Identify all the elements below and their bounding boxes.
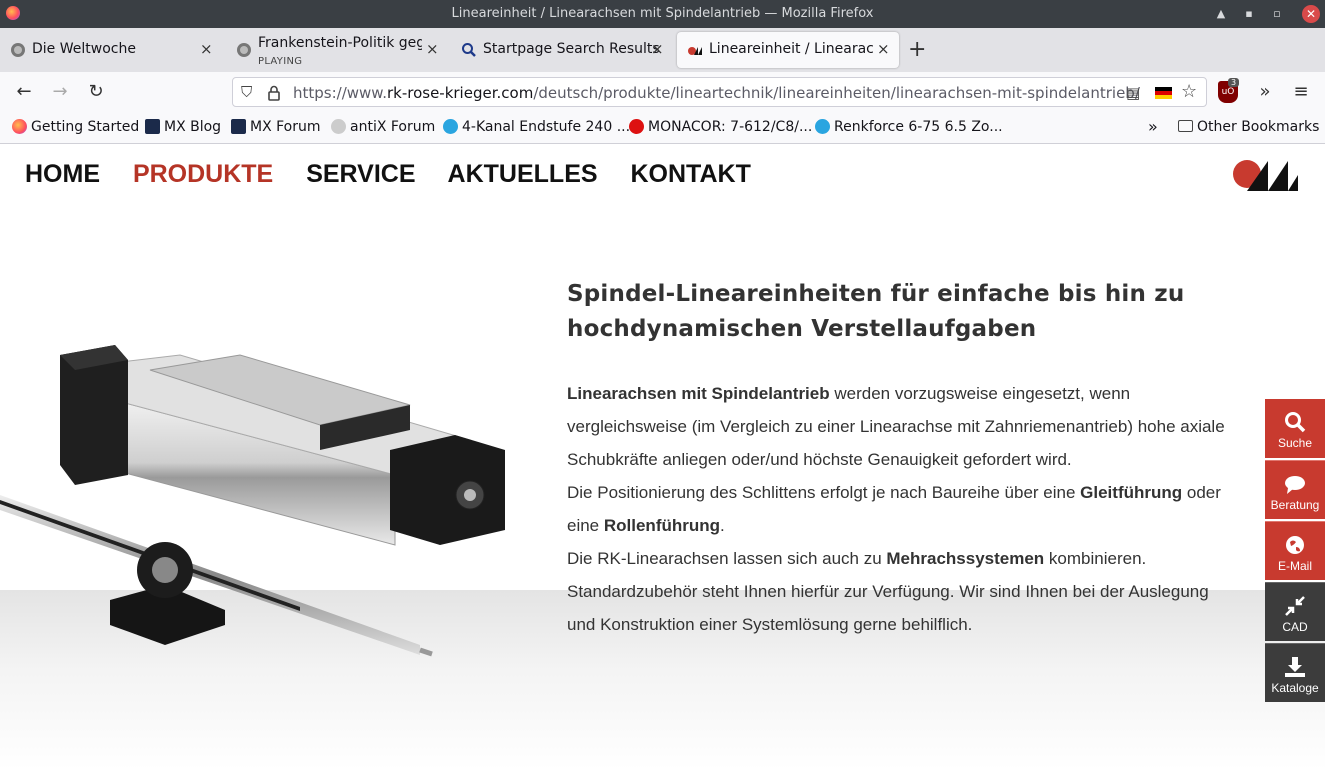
search-icon — [1285, 412, 1306, 433]
conrad-c-icon — [815, 119, 830, 134]
tab-close-icon[interactable]: × — [200, 40, 213, 58]
monacor-icon — [629, 119, 644, 134]
mx-logo-icon — [145, 119, 160, 134]
tab-weltwoche[interactable]: Die Weltwoche × — [0, 32, 222, 68]
side-search-button[interactable]: Suche — [1265, 399, 1325, 458]
shield-icon[interactable]: ⛉ — [241, 83, 252, 101]
tab-lineareinheit[interactable]: Lineareinheit / Linearachs × — [677, 32, 899, 68]
side-catalogs-label: Kataloge — [1271, 681, 1319, 695]
compress-arrows-icon — [1285, 596, 1305, 616]
intro-paragraph-2: Die Positionierung des Schlittens erfolg… — [567, 483, 1221, 535]
side-search-label: Suche — [1277, 436, 1313, 450]
bookmarks-chevron-icon[interactable]: » — [1148, 117, 1158, 136]
page-headline: Spindel-Lineareinheiten für einfache bis… — [567, 281, 1185, 342]
lock-icon[interactable] — [267, 85, 281, 101]
url-text[interactable]: https://www.rk-rose-krieger.com/deutsch/… — [293, 84, 1140, 102]
tab-label: Frankenstein-Politik geg — [258, 35, 422, 51]
nav-aktuelles[interactable]: AKTUELLES — [448, 160, 598, 188]
navigation-toolbar: ← → ↻ ⛉ https://www.rk-rose-krieger.com/… — [0, 72, 1325, 112]
overflow-chevron-icon[interactable]: » — [1253, 81, 1277, 103]
folder-icon — [1178, 120, 1193, 132]
tab-label: Startpage Search Results — [483, 41, 660, 57]
side-email-label: E-Mail — [1277, 559, 1312, 573]
reader-view-icon[interactable]: ▤ — [1126, 84, 1140, 102]
url-bar[interactable]: ⛉ https://www.rk-rose-krieger.com/deutsc… — [232, 77, 1207, 107]
german-flag-icon[interactable] — [1155, 87, 1172, 99]
tab-label: Lineareinheit / Linearachs — [709, 41, 873, 57]
tab-startpage[interactable]: Startpage Search Results × — [451, 32, 673, 68]
back-button[interactable]: ← — [12, 81, 36, 103]
rk-favicon-icon — [688, 47, 702, 55]
antix-logo-icon — [331, 119, 346, 134]
tab-close-icon[interactable]: × — [651, 40, 664, 58]
firefox-icon — [12, 119, 27, 134]
nav-service[interactable]: SERVICE — [306, 160, 415, 188]
other-bookmarks[interactable]: Other Bookmarks — [1178, 119, 1319, 135]
bookmark-getting-started[interactable]: Getting Started — [12, 119, 139, 135]
window-titlebar: Lineareinheit / Linearachsen mit Spindel… — [0, 0, 1325, 28]
globe-icon — [1286, 536, 1304, 554]
bookmark-antix-forum[interactable]: antiX Forum — [331, 119, 435, 135]
tab-close-icon[interactable]: × — [426, 40, 439, 58]
window-title: Lineareinheit / Linearachsen mit Spindel… — [451, 6, 874, 21]
intro-text: Linearachsen mit Spindelantrieb werden v… — [567, 377, 1227, 641]
side-cad-button[interactable]: CAD — [1265, 582, 1325, 641]
nav-kontakt[interactable]: KONTAKT — [631, 160, 751, 188]
extension-badge: 3 — [1228, 78, 1240, 87]
bookmark-star-icon[interactable]: ☆ — [1181, 81, 1197, 102]
bookmarks-toolbar: Getting Started MX Blog MX Forum antiX F… — [0, 112, 1325, 144]
bookmark-renkforce[interactable]: Renkforce 6-75 6.5 Zo... — [815, 119, 1003, 135]
side-catalogs-button[interactable]: Kataloge — [1265, 643, 1325, 702]
mx-logo-icon — [231, 119, 246, 134]
bookmark-monacor[interactable]: MONACOR: 7-612/C8/... — [629, 119, 812, 135]
bookmark-4-kanal[interactable]: 4-Kanal Endstufe 240 ... — [443, 119, 630, 135]
tab-close-icon[interactable]: × — [877, 40, 890, 58]
reload-button[interactable]: ↻ — [84, 81, 108, 103]
intro-paragraph-3: Die RK-Linearachsen lassen sich auch zu … — [567, 549, 1209, 634]
window-up-icon[interactable]: ▲ — [1212, 5, 1230, 23]
intro-paragraph-1: Linearachsen mit Spindelantrieb werden v… — [567, 384, 1225, 469]
conrad-c-icon — [443, 119, 458, 134]
web-page: HOME PRODUKTE SERVICE AKTUELLES KONTAKT — [0, 145, 1325, 768]
new-tab-button[interactable]: + — [908, 37, 926, 62]
side-consulting-label: Beratung — [1270, 498, 1320, 512]
maximize-button[interactable]: ▫ — [1268, 5, 1286, 23]
tab-frankenstein[interactable]: Frankenstein-Politik geg PLAYING × — [226, 32, 448, 68]
chat-icon — [1285, 476, 1305, 494]
forward-button[interactable]: → — [48, 81, 72, 103]
globe-favicon-icon — [237, 43, 251, 57]
tab-label: Die Weltwoche — [32, 41, 136, 57]
bookmark-mx-blog[interactable]: MX Blog — [145, 119, 221, 135]
menu-hamburger-icon[interactable]: ≡ — [1289, 81, 1313, 103]
side-cad-label: CAD — [1282, 620, 1308, 634]
site-main-nav: HOME PRODUKTE SERVICE AKTUELLES KONTAKT — [25, 160, 777, 189]
nav-home[interactable]: HOME — [25, 160, 100, 188]
globe-favicon-icon — [11, 43, 25, 57]
tab-strip: Die Weltwoche × Frankenstein-Politik geg… — [0, 28, 1325, 72]
tab-playing-label: PLAYING — [258, 56, 303, 67]
linear-axis-product-image — [0, 345, 505, 657]
bookmark-mx-forum[interactable]: MX Forum — [231, 119, 321, 135]
rk-rose-krieger-logo[interactable] — [1232, 159, 1298, 191]
side-email-button[interactable]: E-Mail — [1265, 521, 1325, 580]
close-window-button[interactable]: ✕ — [1302, 5, 1320, 23]
magnifier-favicon-icon — [462, 43, 476, 57]
side-consulting-button[interactable]: Beratung — [1265, 460, 1325, 519]
minimize-button[interactable]: ▪ — [1240, 5, 1258, 23]
download-icon — [1285, 657, 1305, 677]
nav-produkte[interactable]: PRODUKTE — [133, 160, 273, 188]
